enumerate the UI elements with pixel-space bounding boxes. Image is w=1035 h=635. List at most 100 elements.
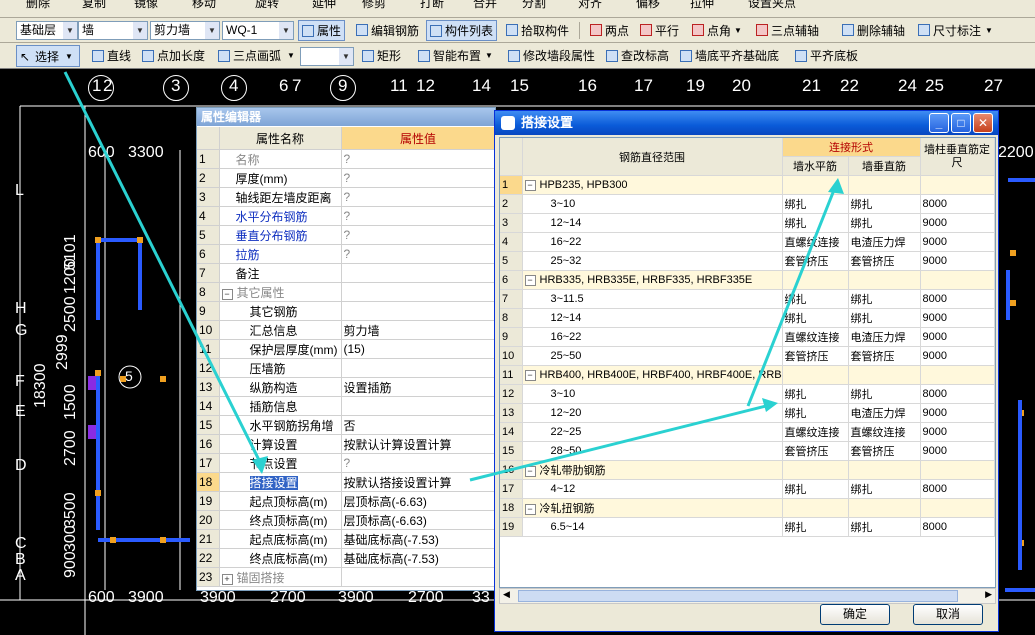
group-row[interactable]: 18− 冷轧扭钢筋 bbox=[500, 498, 995, 518]
arc-option-select[interactable]: ▼ bbox=[300, 47, 354, 66]
trim-button[interactable]: 修剪 bbox=[362, 0, 386, 11]
fixed-length-cell[interactable] bbox=[920, 460, 995, 480]
property-value[interactable]: 否 bbox=[341, 415, 496, 435]
wall-vertical-cell[interactable]: 绑扎 bbox=[848, 194, 921, 214]
table-row[interactable]: 10 25~50 套管挤压 套管挤压 9000 bbox=[500, 346, 995, 366]
collapse-icon[interactable]: − bbox=[524, 180, 536, 191]
property-value[interactable]: ? bbox=[341, 149, 496, 169]
property-value[interactable]: 设置插筋 bbox=[341, 377, 496, 397]
property-value[interactable]: ? bbox=[341, 225, 496, 245]
table-row[interactable]: 5 25~32 套管挤压 套管挤压 9000 bbox=[500, 251, 995, 271]
table-row[interactable]: 2 3~10 绑扎 绑扎 8000 bbox=[500, 194, 995, 214]
property-row[interactable]: 12 压墙筋 bbox=[197, 358, 496, 378]
wall-horizontal-cell[interactable]: 绑扎 bbox=[782, 213, 849, 233]
wall-horizontal-cell[interactable]: 绑扎 bbox=[782, 194, 849, 214]
edit-rebar-button[interactable]: 编辑钢筋 bbox=[356, 18, 419, 42]
wall-horizontal-cell[interactable]: 绑扎 bbox=[782, 289, 849, 309]
property-value[interactable]: ? bbox=[341, 244, 496, 264]
close-button[interactable]: ✕ bbox=[973, 113, 993, 133]
property-row[interactable]: 14 插筋信息 bbox=[197, 396, 496, 416]
rotate-button[interactable]: 旋转 bbox=[255, 0, 279, 11]
property-value[interactable] bbox=[341, 282, 496, 302]
wall-horizontal-cell[interactable]: 套管挤压 bbox=[782, 251, 849, 271]
point-length-button[interactable]: 点加长度 bbox=[142, 43, 205, 68]
fixed-length-cell[interactable]: 8000 bbox=[920, 479, 995, 499]
property-row[interactable]: 16 计算设置 按默认计算设置计算 bbox=[197, 434, 496, 454]
property-row[interactable]: 15 水平钢筋拐角增否 bbox=[197, 415, 496, 435]
table-row[interactable]: 7 3~11.5 绑扎 绑扎 8000 bbox=[500, 289, 995, 309]
wall-vertical-cell[interactable]: 电渣压力焊 bbox=[848, 403, 921, 423]
wall-horizontal-cell[interactable]: 绑扎 bbox=[782, 517, 849, 537]
property-row[interactable]: 6 拉筋? bbox=[197, 244, 496, 264]
fixed-length-cell[interactable]: 9000 bbox=[920, 403, 995, 423]
property-row[interactable]: 19 起点顶标高(m) 层顶标高(-6.63) bbox=[197, 491, 496, 511]
property-row[interactable]: 18 搭接设置 按默认搭接设置计算 bbox=[197, 472, 496, 492]
wall-vertical-cell[interactable]: 套管挤压 bbox=[848, 441, 921, 461]
collapse-icon[interactable]: − bbox=[524, 504, 536, 515]
wall-vertical-cell[interactable] bbox=[848, 270, 921, 290]
three-point-arc-button[interactable]: 三点画弧 ▼ bbox=[218, 43, 295, 68]
property-value[interactable]: 按默认搭接设置计算 bbox=[341, 472, 496, 492]
line-button[interactable]: 直线 bbox=[92, 43, 131, 68]
wall-horizontal-cell[interactable]: 绑扎 bbox=[782, 479, 849, 499]
collapse-icon[interactable]: − bbox=[221, 288, 233, 300]
type-select[interactable]: 墙 ▼ bbox=[78, 21, 148, 40]
property-value[interactable] bbox=[341, 567, 496, 587]
property-row[interactable]: 17 节点设置? bbox=[197, 453, 496, 473]
property-value[interactable]: 基础底标高(-7.53) bbox=[341, 529, 496, 549]
wall-vertical-cell[interactable] bbox=[848, 175, 921, 195]
wall-vertical-cell[interactable]: 绑扎 bbox=[848, 384, 921, 404]
fixed-length-cell[interactable] bbox=[920, 365, 995, 385]
wall-vertical-cell[interactable]: 绑扎 bbox=[848, 479, 921, 499]
select-button[interactable]: ↖ 选择 ▼ bbox=[16, 45, 80, 67]
minimize-button[interactable]: _ bbox=[929, 113, 949, 133]
property-value[interactable] bbox=[341, 358, 496, 378]
property-row[interactable]: 11 保护层厚度(mm) (15) bbox=[197, 339, 496, 359]
property-value[interactable] bbox=[341, 263, 496, 283]
property-value[interactable]: ? bbox=[341, 206, 496, 226]
wall-horizontal-cell[interactable] bbox=[782, 365, 849, 385]
property-row[interactable]: 8− 其它属性 bbox=[197, 282, 496, 302]
scrollbar-thumb[interactable] bbox=[518, 590, 958, 602]
table-row[interactable]: 17 4~12 绑扎 绑扎 8000 bbox=[500, 479, 995, 499]
name-select[interactable]: WQ-1 ▼ bbox=[222, 21, 294, 40]
fixed-length-cell[interactable] bbox=[920, 175, 995, 195]
offset-button[interactable]: 偏移 bbox=[636, 0, 660, 11]
fixed-length-cell[interactable]: 9000 bbox=[920, 308, 995, 328]
property-row[interactable]: 4 水平分布钢筋? bbox=[197, 206, 496, 226]
wall-horizontal-cell[interactable]: 绑扎 bbox=[782, 384, 849, 404]
wall-horizontal-cell[interactable]: 直螺纹连接 bbox=[782, 232, 849, 252]
property-value[interactable]: (15) bbox=[341, 339, 496, 359]
three-point-axis-button[interactable]: 三点辅轴 bbox=[756, 18, 819, 42]
align-button[interactable]: 对齐 bbox=[578, 0, 602, 11]
property-value[interactable]: ? bbox=[341, 187, 496, 207]
move-button[interactable]: 移动 bbox=[192, 0, 216, 11]
wall-vertical-cell[interactable]: 电渣压力焊 bbox=[848, 327, 921, 347]
expand-icon[interactable]: + bbox=[221, 573, 233, 585]
two-points-button[interactable]: 两点 bbox=[590, 18, 629, 42]
property-row[interactable]: 5 垂直分布钢筋? bbox=[197, 225, 496, 245]
smart-layout-button[interactable]: 智能布置 ▼ bbox=[418, 43, 493, 68]
delete-axis-button[interactable]: 删除辅轴 bbox=[842, 18, 905, 42]
stretch-button[interactable]: 拉伸 bbox=[690, 0, 714, 11]
table-row[interactable]: 14 22~25 直螺纹连接 直螺纹连接 9000 bbox=[500, 422, 995, 442]
fixed-length-cell[interactable]: 9000 bbox=[920, 441, 995, 461]
category-select[interactable]: 剪力墙 ▼ bbox=[150, 21, 220, 40]
property-value[interactable] bbox=[341, 396, 496, 416]
wall-vertical-cell[interactable] bbox=[848, 460, 921, 480]
horizontal-scrollbar[interactable]: ◀ ▶ bbox=[499, 588, 996, 604]
ok-button[interactable]: 确定 bbox=[820, 604, 890, 625]
pick-component-button[interactable]: 拾取构件 bbox=[506, 18, 569, 42]
fixed-length-cell[interactable]: 9000 bbox=[920, 232, 995, 252]
fixed-length-cell[interactable] bbox=[920, 270, 995, 290]
wall-horizontal-cell[interactable] bbox=[782, 270, 849, 290]
wall-horizontal-cell[interactable]: 套管挤压 bbox=[782, 441, 849, 461]
property-row[interactable]: 2 厚度(mm)? bbox=[197, 168, 496, 188]
wall-horizontal-cell[interactable]: 直螺纹连接 bbox=[782, 327, 849, 347]
property-row[interactable]: 3 轴线距左墙皮距离? bbox=[197, 187, 496, 207]
fixed-length-cell[interactable]: 9000 bbox=[920, 213, 995, 233]
property-value[interactable]: 按默认计算设置计算 bbox=[341, 434, 496, 454]
scroll-right-icon[interactable]: ▶ bbox=[985, 589, 992, 600]
group-row[interactable]: 6− HRB335, HRB335E, HRBF335, HRBF335E bbox=[500, 270, 995, 290]
extend-button[interactable]: 延伸 bbox=[312, 0, 336, 11]
